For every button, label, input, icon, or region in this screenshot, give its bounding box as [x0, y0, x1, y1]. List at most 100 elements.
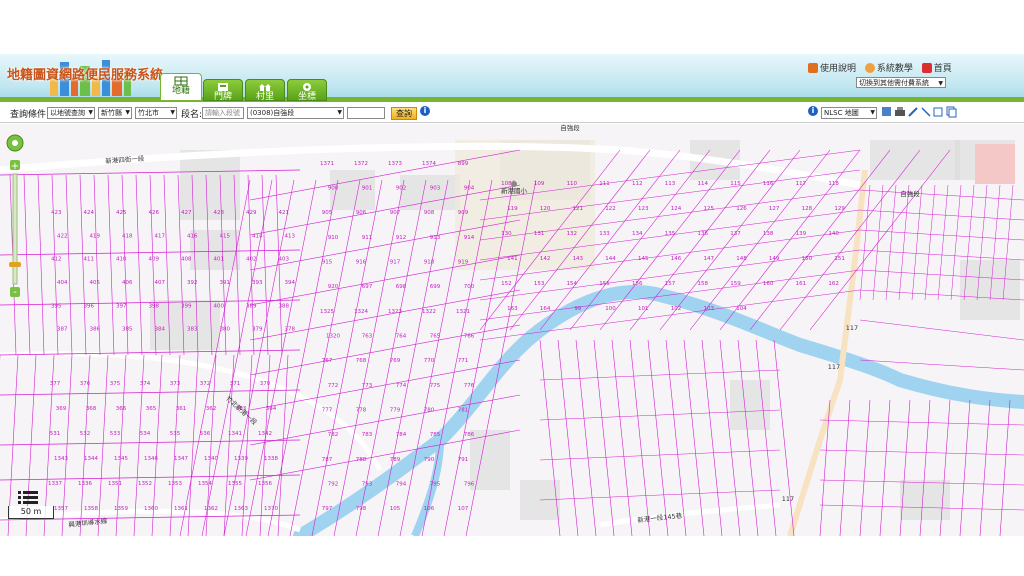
parcel-number-label: 784 — [396, 432, 407, 438]
parcel-number-label: 143 — [573, 256, 584, 262]
parcel-number-label: 406 — [122, 280, 133, 286]
map-tools — [882, 106, 957, 118]
parcel-number-label: 426 — [149, 210, 160, 216]
parcel-number-label: 782 — [328, 432, 339, 438]
parcel-number-label: 914 — [464, 235, 475, 241]
parcel-number-label: 107 — [458, 506, 469, 512]
parcel-number-label: 374 — [140, 381, 151, 387]
parcel-number-label: 153 — [534, 281, 545, 287]
township-select[interactable]: 竹北市 ▼ — [135, 107, 177, 119]
parcel-number-label: 410 — [116, 257, 127, 263]
parcel-number-label: 919 — [458, 259, 469, 265]
zoom-in-icon[interactable]: + — [10, 160, 20, 172]
basemap-select[interactable]: NLSC 地圖 ▼ — [821, 107, 877, 119]
cadastral-map[interactable]: 423 424 425 426 427 428 429 421 422 419 418 417 416 4… — [0, 124, 1024, 536]
parcel-number-label: 144 — [605, 256, 616, 262]
home-link[interactable]: 首頁 — [921, 63, 952, 74]
tab-land[interactable]: 地籍 — [160, 73, 202, 101]
parcel-number-label: 917 — [390, 259, 401, 265]
parcel-number-label: 907 — [390, 210, 401, 216]
header-divider — [0, 97, 1024, 102]
parcel-number-label: 902 — [396, 185, 407, 191]
query-button[interactable]: 查詢 — [391, 107, 417, 120]
zoom-slider-handle[interactable] — [9, 262, 21, 267]
tab-doorplate[interactable]: 門牌 — [203, 79, 243, 102]
parcel-number-label: 903 — [430, 185, 441, 191]
parcel-number-label: 370 — [260, 381, 271, 387]
parcel-number-label: 408 — [181, 257, 192, 263]
map-canvas[interactable]: 423 424 425 426 427 428 429 421 422 419 418 417 416 4… — [0, 124, 1024, 536]
parcel-number-label: 395 — [51, 303, 62, 309]
land-number-input[interactable] — [347, 107, 385, 119]
zoom-slider-track[interactable] — [12, 173, 18, 285]
parcel-number-label: 164 — [540, 306, 551, 312]
legend-list-icon[interactable] — [18, 490, 38, 504]
parcel-number-label: 429 — [246, 210, 257, 216]
parcel-number-label: 402 — [246, 257, 257, 263]
measure-icon[interactable] — [921, 107, 931, 117]
layer-icon[interactable] — [882, 107, 891, 116]
parcel-number-label: 380 — [220, 327, 231, 333]
parcel-number-label: 375 — [110, 381, 121, 387]
parcel-number-label: 127 — [769, 206, 780, 212]
parcel-number-label: 900 — [328, 185, 339, 191]
parcel-number-label: 1374 — [422, 161, 436, 167]
school-marker-icon — [511, 181, 517, 187]
parcel-number-label: 1370 — [264, 506, 278, 512]
place-label-school: 新港國小 — [501, 186, 528, 195]
query-info-icon[interactable]: i — [420, 106, 430, 116]
parcel-number-label: 1371 — [320, 161, 334, 167]
county-select[interactable]: 新竹縣 ▼ — [98, 107, 132, 119]
parcel-number-label: 767 — [322, 358, 333, 364]
parcel-number-label: 111 — [599, 181, 610, 187]
tab-village[interactable]: 村里 — [245, 79, 285, 102]
parcel-number-label: 1345 — [114, 456, 128, 462]
parcel-number-label: 1325 — [320, 309, 334, 315]
parcel-number-label: 1324 — [354, 309, 368, 315]
parcel-number-label: 119 — [507, 206, 518, 212]
zoom-out-icon[interactable]: - — [10, 287, 20, 298]
parcel-number-label: 132 — [567, 231, 578, 237]
parcel-number-label: 377 — [50, 381, 61, 387]
building-block — [870, 140, 960, 180]
select-area-icon[interactable] — [933, 107, 943, 117]
parcel-number-label: 1322 — [422, 309, 436, 315]
parcel-number-label: 1344 — [84, 456, 98, 462]
parcel-number-label: 1363 — [234, 506, 248, 512]
parcel-number-label: 384 — [155, 327, 166, 333]
parcel-number-label: 776 — [464, 383, 475, 389]
parcel-number-label: 393 — [252, 280, 263, 286]
zoom-control[interactable]: + - — [6, 134, 24, 304]
tutorial-link[interactable]: 系統教學 — [864, 63, 913, 74]
paid-system-select[interactable]: 切換到其他需付費系統 ▼ — [856, 77, 946, 88]
parcel-number-label: 1372 — [354, 161, 368, 167]
parcel-number-label: 765 — [430, 333, 441, 339]
section-search-input[interactable]: 請輸入段號 — [202, 107, 244, 119]
parcel-number-label: 112 — [632, 181, 643, 187]
parcel-number-label: 157 — [665, 281, 676, 287]
manual-link[interactable]: 使用說明 — [808, 63, 856, 74]
query-type-select[interactable]: 以地號查詢 ▼ — [47, 107, 95, 119]
parcel-number-label: 400 — [214, 303, 225, 309]
parcel-number-label: 697 — [362, 284, 373, 290]
parcel-number-label: 131 — [534, 231, 545, 237]
parcel-number-label: 123 — [638, 206, 649, 212]
parcel-number-label: 399 — [181, 303, 192, 309]
print-icon[interactable] — [895, 107, 905, 116]
pan-control-icon[interactable] — [6, 134, 24, 152]
tab-coordinate-label: 坐標 — [297, 92, 316, 102]
tab-coordinate[interactable]: 坐標 — [287, 79, 327, 102]
parcel-number-label: 152 — [501, 281, 512, 287]
section-select[interactable]: (0308)自強段 ▼ — [247, 107, 344, 119]
parcel-number-label: 915 — [322, 259, 333, 265]
parcel-number-label: 764 — [396, 333, 407, 339]
edit-icon[interactable] — [908, 107, 918, 117]
parcel-number-label: 371 — [230, 381, 241, 387]
parcel-number-label: 149 — [769, 256, 780, 262]
basemap-info-icon[interactable]: i — [808, 106, 818, 116]
parcel-number-label: 775 — [430, 383, 441, 389]
copy-icon[interactable] — [946, 106, 957, 118]
parcel-number-label: 378 — [285, 327, 296, 333]
parcel-number-label: 1351 — [108, 481, 122, 487]
parcel-number-label: 783 — [362, 432, 373, 438]
